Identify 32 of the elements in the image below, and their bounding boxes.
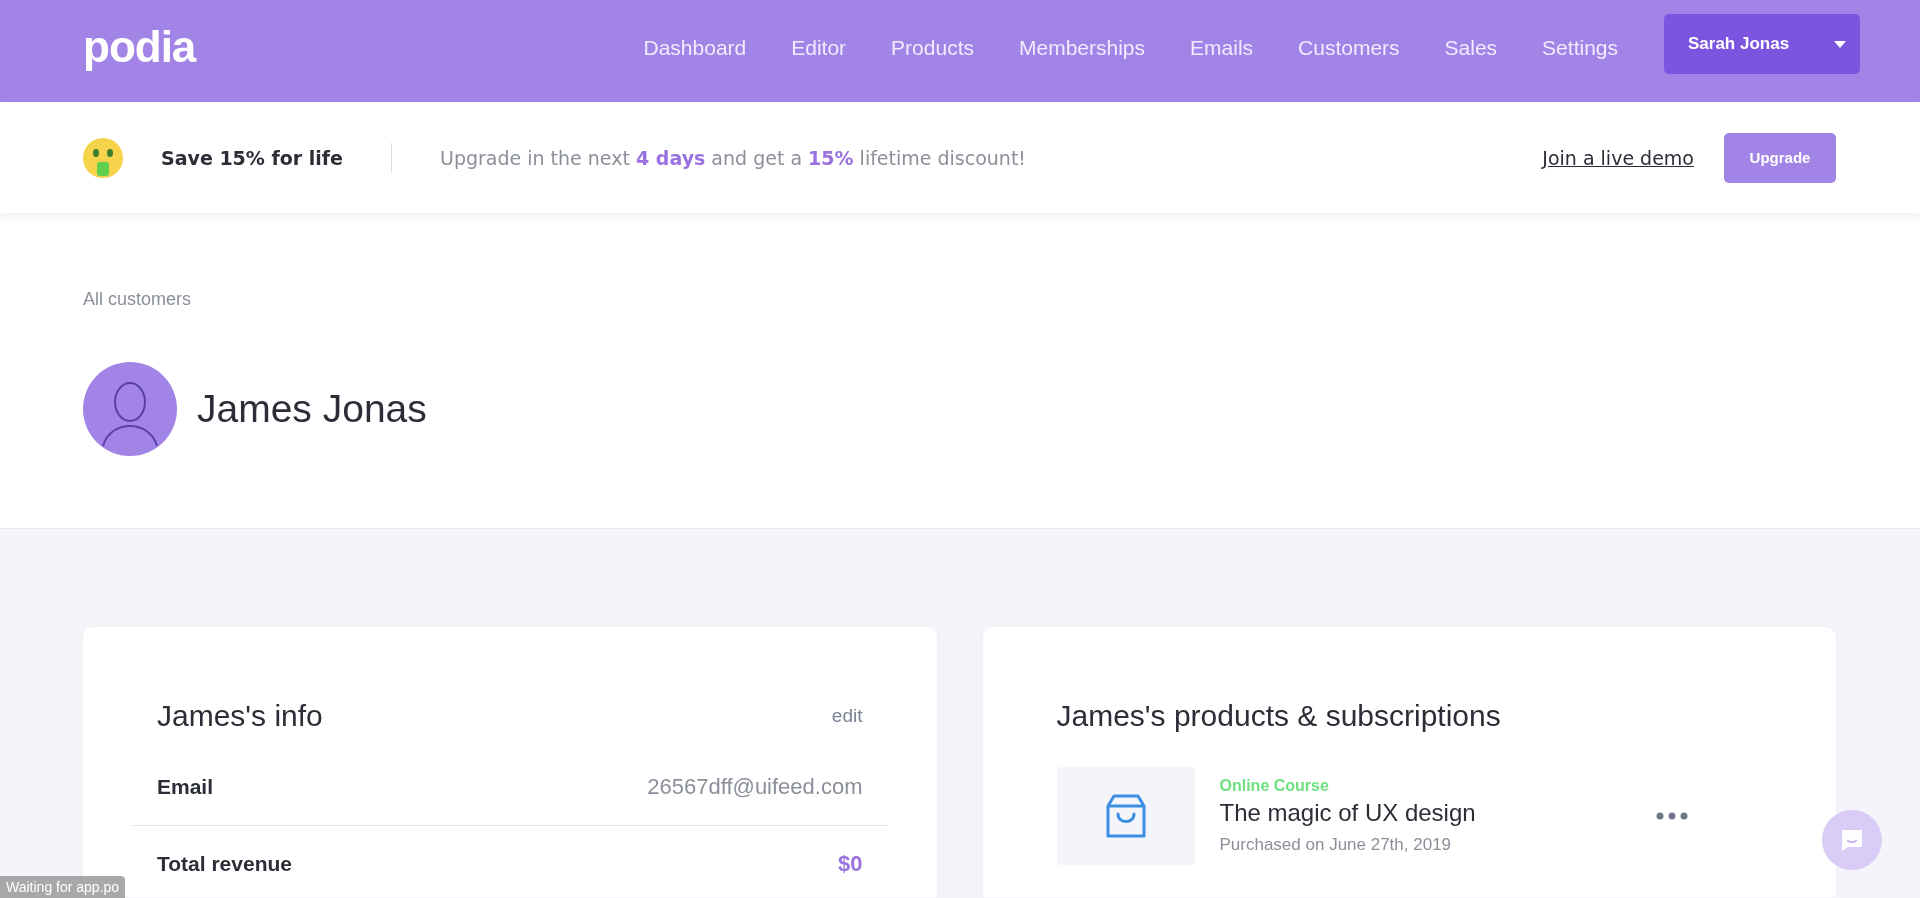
field-value: 26567dff@uifeed.com [647,774,863,800]
product-name[interactable]: The magic of UX design [1219,799,1627,827]
product-type: Online Course [1219,777,1330,795]
nav-link[interactable]: Settings [1542,36,1618,60]
nav-link[interactable]: Products [891,36,974,60]
dots-icon [1656,812,1688,820]
nav-link[interactable]: Editor [791,36,847,60]
caret-icon [1834,40,1846,48]
card-title: James's info [157,699,323,733]
edit-link[interactable]: edit [831,705,863,727]
account-menu-button[interactable]: Sarah Jonas [1664,14,1860,74]
customer-name: James Jonas [197,387,427,431]
field-value: $0 [838,851,863,877]
purchase-date: Purchased on June 27th, 2019 [1219,835,1453,855]
nav-link[interactable]: Emails [1190,36,1254,60]
card-title: James's products & subscriptions [1056,699,1501,733]
live-demo-link[interactable]: Join a live demo [1542,146,1694,169]
nav-link[interactable]: Customers [1298,36,1400,60]
all-customers-link[interactable]: All customers [83,289,1837,310]
podia-logo[interactable]: podia [83,22,196,72]
nav-link[interactable]: Memberships [1019,36,1146,60]
field-label: Total revenue [157,852,292,876]
field-label: Email [157,775,214,799]
chat-bubble-icon [1839,827,1865,853]
promo-message: Upgrade in the next 4 days and get a 15% lifetime discount! [439,146,1026,169]
promo-title: Save 15% for life [161,146,343,169]
browser-status-text: Waiting for app.po [0,876,126,898]
money-face-icon [83,137,123,178]
nav-link[interactable]: Sales [1444,36,1498,60]
upgrade-button[interactable]: Upgrade [1724,132,1836,183]
nav-link[interactable]: Dashboard [643,36,747,60]
avatar-icon [83,362,177,456]
